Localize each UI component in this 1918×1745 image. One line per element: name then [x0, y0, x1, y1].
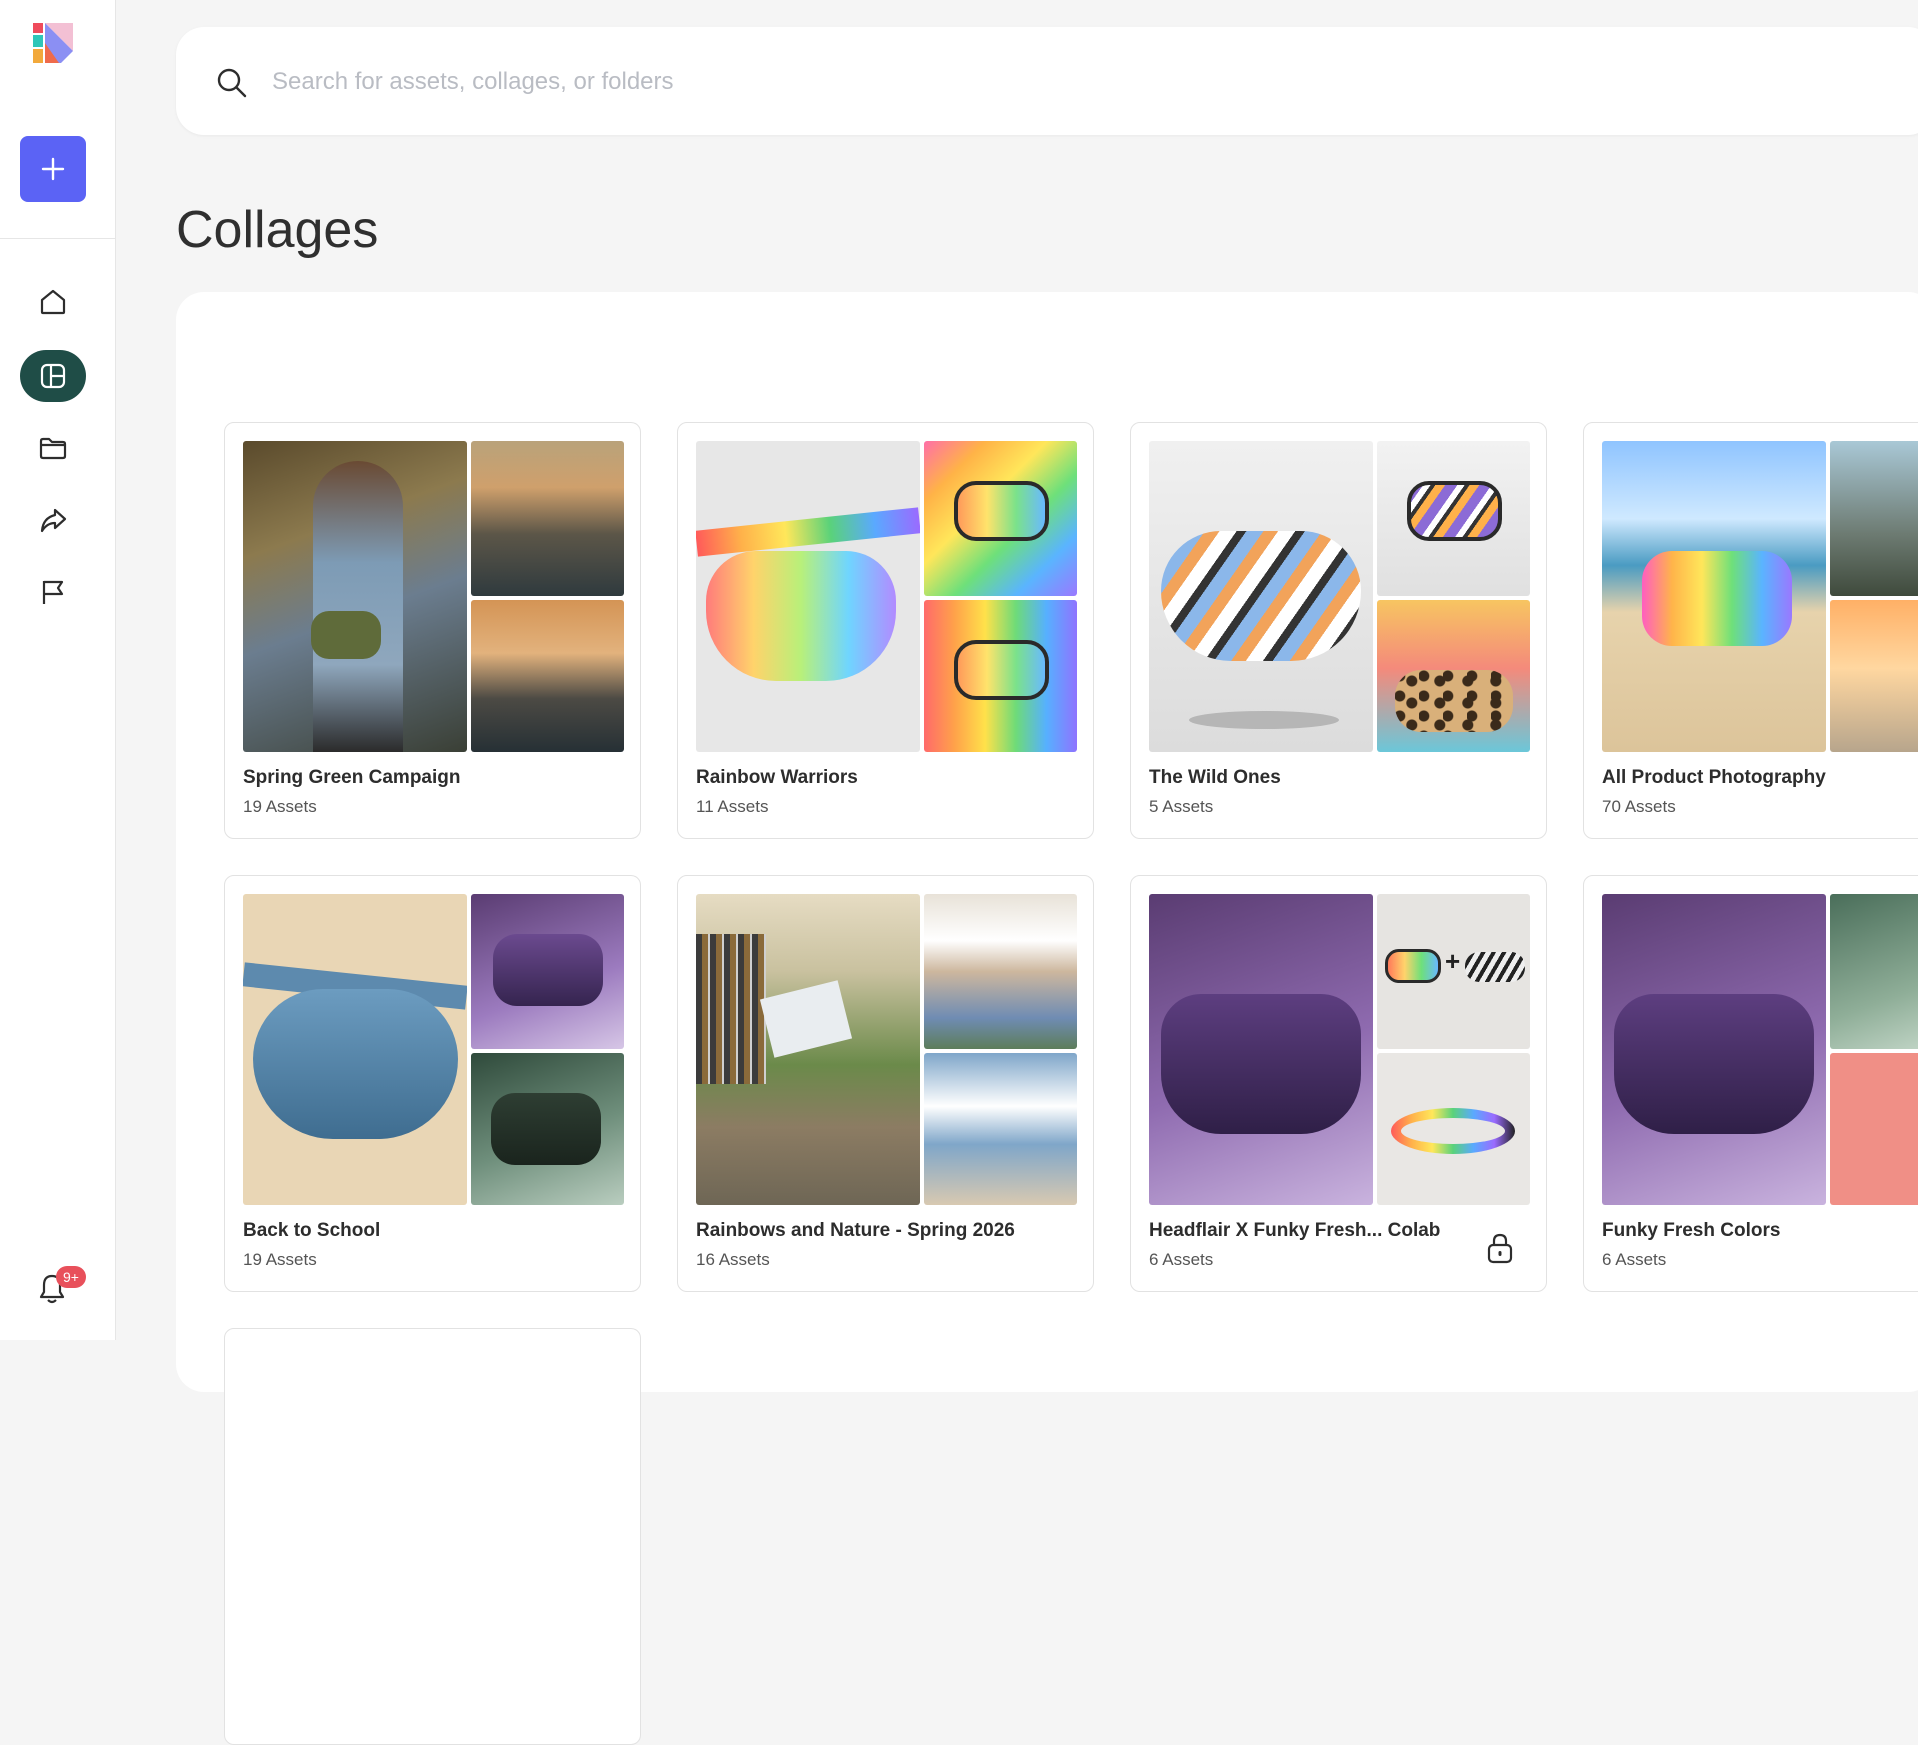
collage-title: Spring Green Campaign	[243, 767, 461, 788]
collage-card[interactable]: Rainbow Warriors 11 Assets	[677, 422, 1094, 839]
collage-asset-count: 11 Assets	[696, 797, 769, 816]
collage-asset-count: 19 Assets	[243, 1250, 317, 1269]
collage-image	[1602, 894, 1826, 1205]
plus-icon	[41, 157, 65, 181]
nav-folders[interactable]	[20, 422, 86, 474]
collage-card[interactable]: Funky Fresh Colors 6 Assets	[1583, 875, 1918, 1292]
collage-image	[1830, 600, 1918, 752]
collage-asset-count: 6 Assets	[1602, 1250, 1667, 1269]
collage-asset-count: 16 Assets	[696, 1250, 770, 1269]
collage-image: +	[1377, 894, 1530, 1049]
collage-card[interactable]: Back to School 19 Assets	[224, 875, 641, 1292]
lock-icon	[1487, 1233, 1513, 1264]
collage-asset-count: 6 Assets	[1149, 1250, 1214, 1269]
share-icon	[40, 508, 67, 533]
search-input[interactable]	[270, 57, 1174, 107]
folder-icon	[39, 437, 67, 460]
collage-image	[924, 600, 1077, 752]
app-logo[interactable]	[33, 23, 73, 63]
collage-thumbnails: +	[1149, 894, 1530, 1205]
collage-image	[1377, 600, 1530, 752]
notification-badge: 9+	[56, 1266, 86, 1288]
nav-collages[interactable]	[20, 350, 86, 402]
collage-card[interactable]	[224, 1328, 641, 1745]
collage-asset-count: 5 Assets	[1149, 797, 1214, 816]
collage-title: The Wild Ones	[1149, 767, 1281, 788]
collage-card[interactable]: All Product Photography 70 Assets	[1583, 422, 1918, 839]
collage-title: Rainbow Warriors	[696, 767, 858, 788]
search-icon	[217, 68, 247, 98]
collage-image	[243, 441, 467, 752]
flag-icon	[42, 580, 64, 604]
collage-icon	[40, 363, 66, 389]
search-bar	[176, 27, 1918, 135]
collage-image	[1830, 1053, 1918, 1205]
collage-image	[924, 441, 1077, 596]
collage-image	[924, 1053, 1077, 1205]
collage-thumbnails	[243, 894, 624, 1205]
collage-thumbnails	[696, 441, 1077, 752]
collage-image	[696, 894, 920, 1205]
collage-title: Headflair X Funky Fresh... Colab	[1149, 1220, 1441, 1241]
collage-image	[1377, 1053, 1530, 1205]
collage-image	[243, 894, 467, 1205]
page-title: Collages	[176, 201, 379, 259]
collage-thumbnails	[1149, 441, 1530, 752]
collage-thumbnails	[696, 894, 1077, 1205]
collage-image	[1602, 441, 1826, 752]
collage-image	[696, 441, 920, 752]
nav-flagged[interactable]	[20, 566, 86, 618]
collage-image	[471, 1053, 624, 1205]
collage-image	[1377, 441, 1530, 596]
collage-card[interactable]: Rainbows and Nature - Spring 2026 16 Ass…	[677, 875, 1094, 1292]
collage-image	[471, 441, 624, 596]
new-button[interactable]	[20, 136, 86, 202]
collage-thumbnails	[1602, 441, 1918, 752]
home-icon	[40, 289, 66, 315]
collage-card[interactable]: The Wild Ones 5 Assets	[1130, 422, 1547, 839]
collage-title: Back to School	[243, 1220, 381, 1241]
collage-thumbnails	[1602, 894, 1918, 1205]
collages-panel: Spring Green Campaign 19 Assets Rainbow …	[176, 292, 1918, 1745]
sidebar-divider	[0, 238, 116, 239]
nav-home[interactable]	[20, 276, 86, 328]
collage-image	[1830, 894, 1918, 1049]
collage-card[interactable]: + Headflair X Funky Fresh... Colab 6 Ass…	[1130, 875, 1547, 1292]
collage-image	[471, 600, 624, 752]
collage-image	[1830, 441, 1918, 596]
collage-image	[471, 894, 624, 1049]
collage-title: All Product Photography	[1602, 767, 1826, 788]
collage-asset-count: 70 Assets	[1602, 797, 1676, 816]
collage-image	[1149, 894, 1373, 1205]
collage-title: Funky Fresh Colors	[1602, 1220, 1781, 1241]
collage-image	[1149, 441, 1373, 752]
collage-thumbnails	[243, 441, 624, 752]
collage-asset-count: 19 Assets	[243, 797, 317, 816]
collage-image	[924, 894, 1077, 1049]
collage-title: Rainbows and Nature - Spring 2026	[696, 1220, 1015, 1241]
sidebar: 9+	[0, 0, 116, 1340]
collage-card[interactable]: Spring Green Campaign 19 Assets	[224, 422, 641, 839]
nav-shared[interactable]	[20, 494, 86, 546]
